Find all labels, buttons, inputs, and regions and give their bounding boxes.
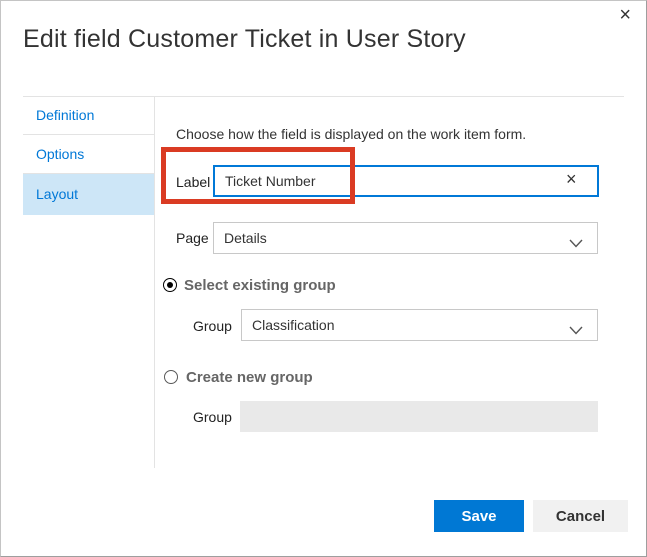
sidebar-divider bbox=[154, 96, 155, 468]
cancel-button[interactable]: Cancel bbox=[533, 500, 628, 532]
close-icon[interactable]: × bbox=[619, 5, 631, 25]
form-description: Choose how the field is displayed on the… bbox=[176, 126, 527, 142]
chevron-down-icon bbox=[569, 322, 583, 338]
existing-group-field-label: Group bbox=[193, 318, 232, 334]
chevron-down-icon bbox=[569, 235, 583, 251]
tab-options[interactable]: Options bbox=[23, 135, 154, 174]
create-new-group-radio[interactable] bbox=[164, 370, 178, 384]
existing-group-dropdown-value: Classification bbox=[252, 317, 335, 333]
dialog-title: Edit field Customer Ticket in User Story bbox=[23, 25, 466, 53]
select-existing-group-radio[interactable] bbox=[163, 278, 177, 292]
new-group-field-label: Group bbox=[193, 409, 232, 425]
existing-group-dropdown[interactable]: Classification bbox=[241, 309, 598, 341]
new-group-input-disabled bbox=[240, 401, 598, 432]
tab-definition[interactable]: Definition bbox=[23, 96, 154, 135]
save-button[interactable]: Save bbox=[434, 500, 524, 532]
label-input[interactable] bbox=[213, 165, 599, 197]
tab-layout[interactable]: Layout bbox=[23, 174, 154, 215]
sidebar-tabs: Definition Options Layout bbox=[23, 96, 154, 215]
page-dropdown-value: Details bbox=[224, 230, 267, 246]
label-field-label: Label bbox=[176, 174, 211, 190]
edit-field-dialog: Edit field Customer Ticket in User Story… bbox=[0, 0, 647, 557]
page-field-label: Page bbox=[176, 230, 209, 246]
select-existing-group-label[interactable]: Select existing group bbox=[184, 277, 336, 294]
page-dropdown[interactable]: Details bbox=[213, 222, 598, 254]
clear-input-icon[interactable]: × bbox=[566, 170, 577, 188]
create-new-group-label[interactable]: Create new group bbox=[186, 369, 313, 386]
